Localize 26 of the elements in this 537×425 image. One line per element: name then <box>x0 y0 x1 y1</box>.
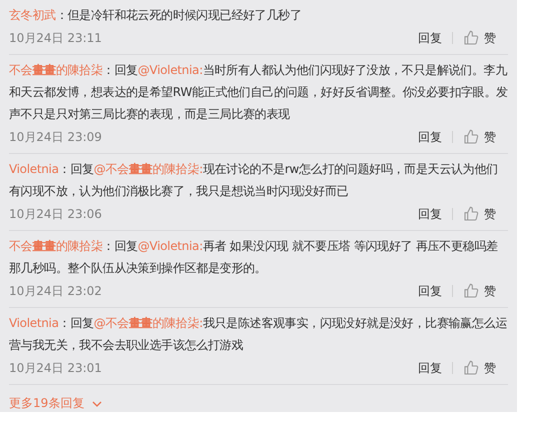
like-button[interactable]: 赞 <box>463 30 496 46</box>
like-button[interactable]: 赞 <box>463 206 496 222</box>
comment-text: 不会畫畫的陳拾柒：回复@Violetnia:当时所有人都认为他们闪现好了没放，不只是解说们。李九和天云都发博，想表达的是希望RW能正式他们自己的问题，好好反省调整。你没必要扣字眼。发声不只是只对第三局比赛的表现，而是三局比赛的表现 <box>9 62 509 123</box>
thumbs-up-icon <box>463 206 479 222</box>
thumbs-up-icon <box>463 283 479 299</box>
comment-text: 不会畫畫的陳拾柒：回复@Violetnia:再者 如果没闪现 就不要压塔 等闪现好了 再压不更稳吗差那几秒吗。整个队伍从决策到操作区都是变形的。 <box>9 238 499 277</box>
like-button[interactable]: 赞 <box>463 282 496 300</box>
chevron-down-icon <box>92 400 102 406</box>
reply-link[interactable]: 回复 <box>418 30 442 46</box>
timestamp: 10月24日 23:02 <box>9 282 103 300</box>
comment-text: Violetnia：回复@不会畫畫的陳拾柒:我只是陈述客观事实，闪现没好就是没好，比赛输赢怎么运营与我无关，我不会去职业选手该怎么打游戏 <box>9 315 508 354</box>
like-button[interactable]: 赞 <box>463 360 496 376</box>
timestamp: 10月24日 23:11 <box>9 30 103 46</box>
thumbs-up-icon <box>463 360 479 376</box>
timestamp: 10月24日 23:09 <box>9 128 103 146</box>
reply-link[interactable]: 回复 <box>418 206 442 222</box>
reply-link[interactable]: 回复 <box>418 360 442 376</box>
like-button[interactable]: 赞 <box>463 128 496 146</box>
timestamp: 10月24日 23:06 <box>9 206 103 222</box>
reply-link[interactable]: 回复 <box>418 128 442 146</box>
reply-link[interactable]: 回复 <box>418 282 442 300</box>
comment-text: 玄冬初武：但是冷轩和花云死的时候闪现已经好了几秒了 <box>9 7 303 24</box>
comment-text: Violetnia：回复@不会畫畫的陳拾柒:现在讨论的不是rw怎么打的问题好吗，而是天云认为他们有闪现不放，认为他们消极比赛了，我只是想说当时闪现没好而已 <box>9 161 499 200</box>
timestamp: 10月24日 23:01 <box>9 360 103 376</box>
thumbs-up-icon <box>463 30 479 46</box>
thumbs-up-icon <box>463 129 479 145</box>
